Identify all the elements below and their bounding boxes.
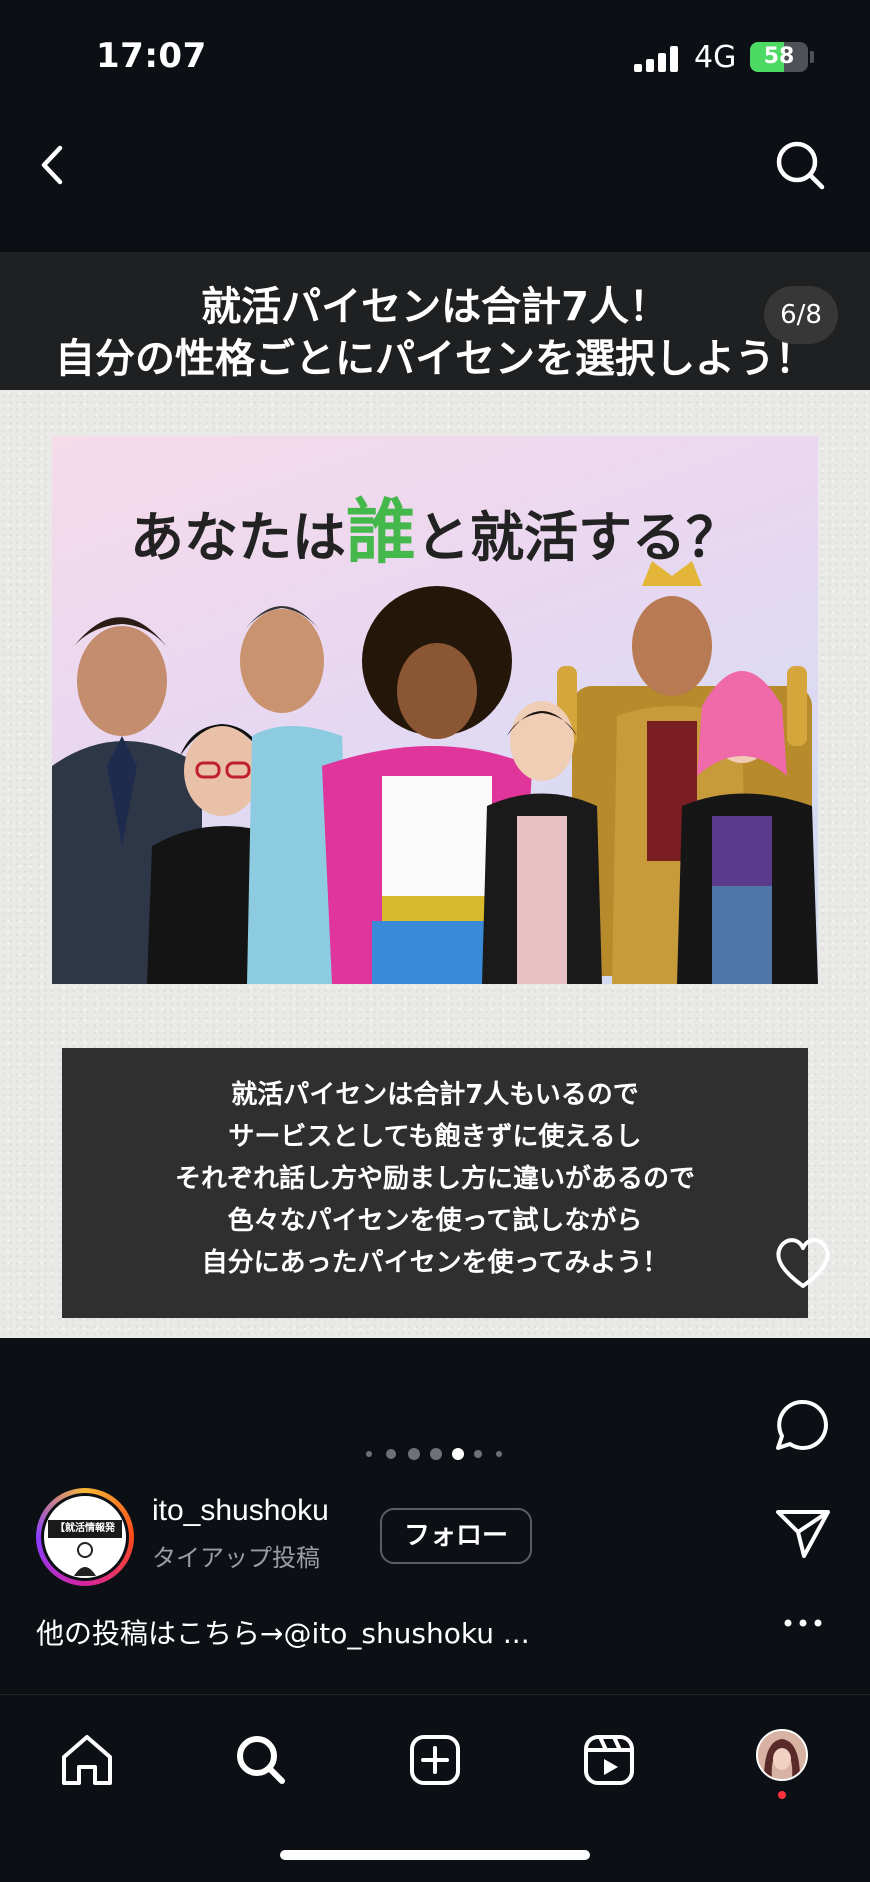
top-nav: [0, 110, 870, 250]
status-bar: 17:07 4G 58: [0, 0, 870, 110]
carousel-dot: [366, 1451, 372, 1457]
home-indicator: [280, 1850, 590, 1860]
tab-reels[interactable]: [574, 1725, 644, 1795]
home-icon: [62, 1735, 112, 1785]
carousel-dot: [408, 1448, 420, 1460]
more-button[interactable]: [778, 1606, 828, 1640]
tab-profile[interactable]: [756, 1729, 808, 1781]
post-header-line-2: 自分の性格ごとにパイセンを選択しよう！: [55, 336, 815, 382]
search-icon: [776, 141, 825, 190]
carousel-dot: [430, 1448, 442, 1460]
heart-icon: [776, 1238, 830, 1288]
send-icon: [776, 1510, 830, 1558]
status-time: 17:07: [96, 36, 207, 76]
carousel-dot: [496, 1451, 502, 1457]
tab-search[interactable]: [226, 1725, 296, 1795]
comment-button[interactable]: [768, 1390, 838, 1460]
tab-home[interactable]: [52, 1725, 122, 1795]
chevron-left-icon: [41, 145, 63, 185]
info-caption-line: 色々なパイセンを使って試しながら: [227, 1206, 643, 1236]
avatar-figure: [74, 1542, 96, 1576]
carousel-dot-active: [452, 1448, 464, 1460]
follow-button[interactable]: フォロー: [380, 1508, 532, 1564]
profile-avatar-image: [758, 1731, 806, 1779]
create-icon: [410, 1735, 460, 1785]
post-header: 就活パイセンは合計7人！ 自分の性格ごとにパイセンを選択しよう！: [0, 252, 870, 390]
network-label: 4G: [694, 40, 737, 75]
characters-illustration: [52, 561, 818, 984]
info-caption-line: それぞれ話し方や励まし方に違いがあるので: [174, 1164, 695, 1194]
reels-icon: [584, 1735, 634, 1785]
share-button[interactable]: [768, 1496, 838, 1566]
avatar: 【就活情報発信】: [41, 1493, 129, 1581]
comment-icon: [776, 1399, 828, 1450]
carousel-dot: [474, 1450, 482, 1458]
info-caption-line: 就活パイセンは合計7人もいるので: [231, 1080, 639, 1110]
back-button[interactable]: [30, 130, 90, 200]
post-caption[interactable]: 他の投稿はこちら→@ito_shushoku ...: [36, 1612, 530, 1652]
info-caption-line: 自分にあったパイセンを使ってみよう！: [201, 1248, 669, 1278]
more-icon: [784, 1619, 822, 1627]
battery-icon: 58: [750, 42, 808, 72]
carousel-dot: [386, 1449, 396, 1459]
tie-up-label: タイアップ投稿: [152, 1544, 320, 1572]
info-caption-line: サービスとしても飽きずに使えるし: [228, 1122, 642, 1152]
info-caption-box: 就活パイセンは合計7人もいるので サービスとしても飽きずに使えるし それぞれ話し…: [62, 1048, 808, 1318]
hero-illustration: あなたは誰と就活する？: [52, 436, 818, 984]
post-image[interactable]: 就活パイセンは合計7人！ 自分の性格ごとにパイセンを選択しよう！ 6/8 あなた…: [0, 252, 870, 1338]
like-button[interactable]: [768, 1228, 838, 1298]
search-icon: [237, 1736, 285, 1784]
battery-cap: [810, 51, 814, 63]
slide-counter: 6/8: [764, 286, 838, 344]
post-header-line-1: 就活パイセンは合計7人！: [201, 284, 669, 330]
tab-create[interactable]: [400, 1725, 470, 1795]
notification-dot: [778, 1791, 786, 1799]
author-avatar[interactable]: 【就活情報発信】: [36, 1488, 134, 1586]
carousel-dots: [360, 1446, 510, 1462]
signal-icon: [634, 46, 680, 72]
search-button[interactable]: [770, 130, 830, 200]
author-username[interactable]: ito_shushoku: [152, 1494, 329, 1528]
battery-percent: 58: [763, 44, 795, 69]
